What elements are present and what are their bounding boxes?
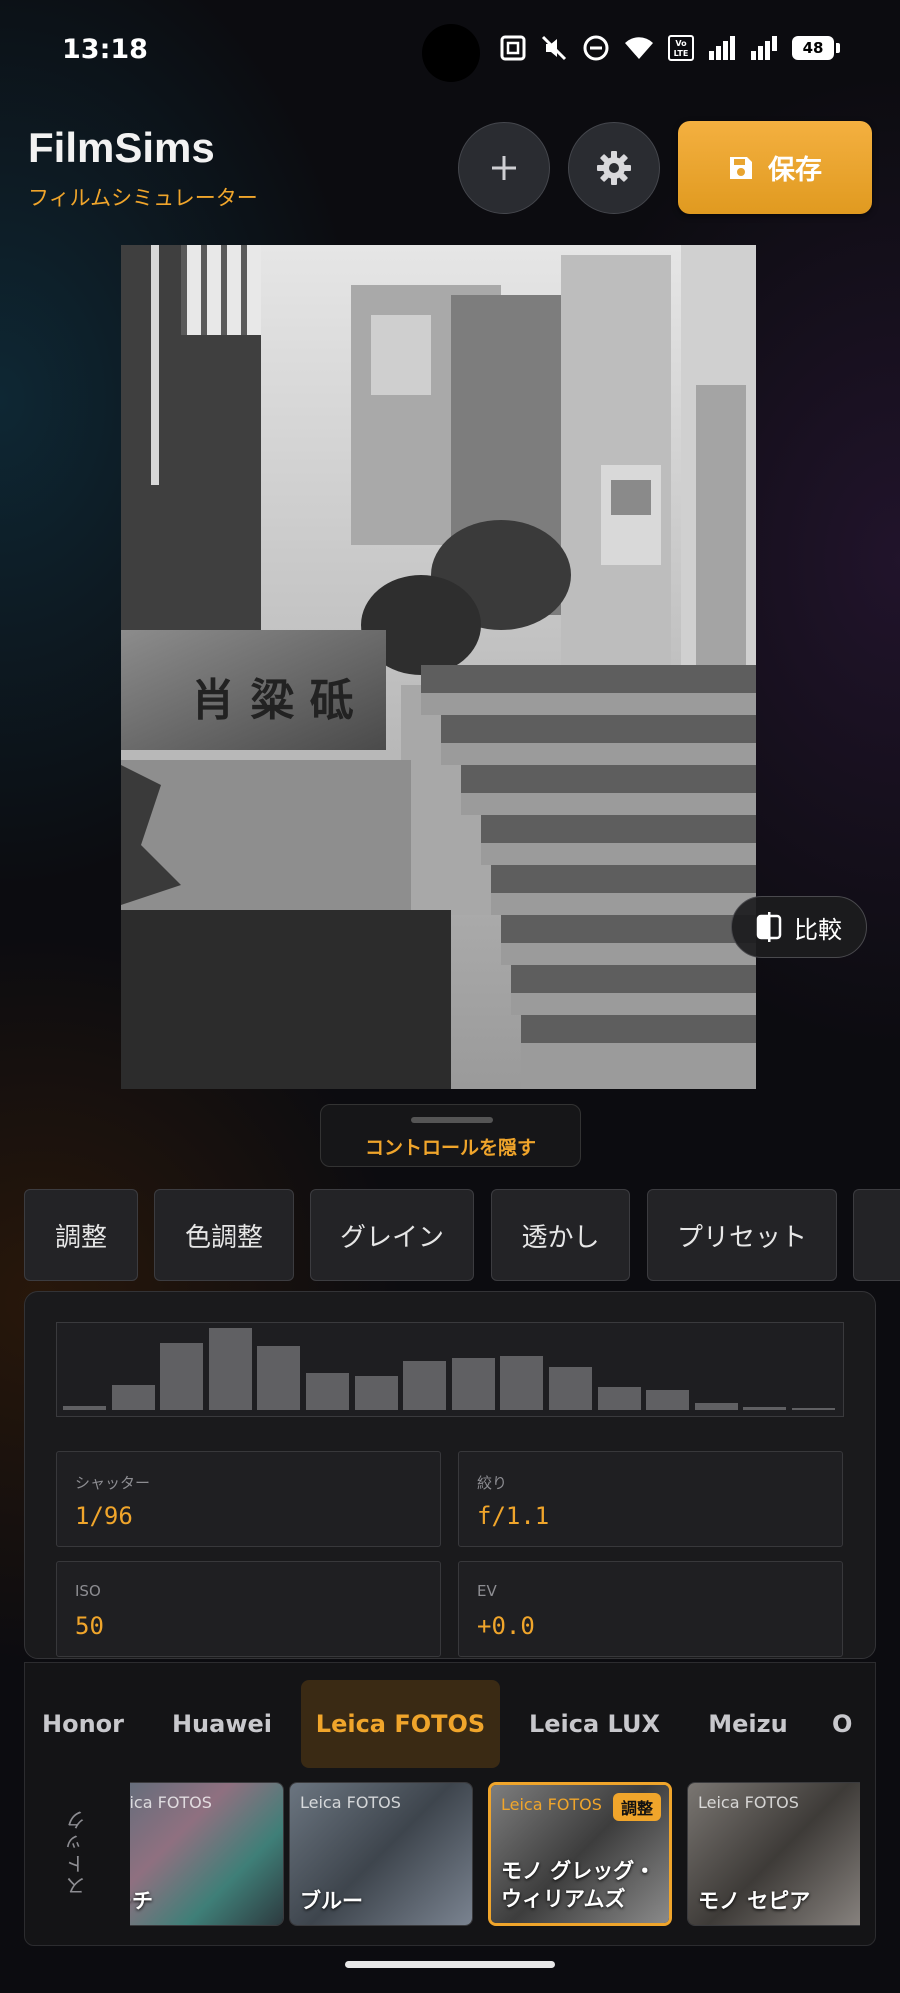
app-title: FilmSims (28, 124, 215, 171)
aperture-value: f/1.1 (477, 1502, 550, 1530)
compare-button[interactable]: 比較 (731, 896, 867, 958)
brand-tab-o[interactable]: O (832, 1680, 872, 1768)
histogram-bar (597, 1387, 641, 1410)
iso-value: 50 (75, 1612, 104, 1640)
histogram-bar (694, 1403, 738, 1410)
settings-button[interactable] (568, 122, 660, 214)
shutter-value: 1/96 (75, 1502, 133, 1530)
preset-thumb[interactable]: Leica FOTOS ブルー (289, 1782, 473, 1926)
home-indicator[interactable] (345, 1961, 555, 1968)
tab-grain[interactable]: グレイン (310, 1189, 474, 1281)
shutter-label: シャッター (75, 1474, 151, 1492)
tab-presets[interactable]: プリセット (647, 1189, 837, 1281)
preset-name: モノ グレッグ・ ウィリアムズ (501, 1858, 655, 1913)
histogram-bar (63, 1406, 106, 1410)
histogram-bar (792, 1408, 835, 1410)
histogram-bar (451, 1358, 495, 1410)
app-subtitle: フィルムシミュレーター (28, 186, 258, 210)
dnd-icon (583, 35, 609, 61)
iso-box: ISO 50 (56, 1561, 441, 1657)
camera-cutout (422, 24, 480, 82)
histogram-bar (743, 1407, 787, 1410)
preset-brand: Leica FOTOS (698, 1793, 799, 1812)
preset-thumb-selected[interactable]: Leica FOTOS 調整 モノ グレッグ・ ウィリアムズ (488, 1782, 672, 1926)
ev-value: +0.0 (477, 1612, 535, 1640)
preset-brand: Leica FOTOS (501, 1795, 602, 1814)
tab-watermark[interactable]: 透かし (491, 1189, 630, 1281)
save-label: 保存 (768, 155, 822, 186)
wifi-icon (625, 37, 653, 59)
plus-icon (492, 156, 516, 180)
preset-name: ーチ (130, 1888, 153, 1913)
histogram-bar (403, 1361, 447, 1410)
hide-controls-button[interactable]: コントロールを隠す (320, 1104, 581, 1167)
compare-split-icon (756, 912, 782, 942)
tab-more[interactable] (853, 1189, 900, 1281)
histogram-bar (160, 1343, 204, 1410)
histogram-bar (354, 1376, 398, 1410)
ev-box: EV +0.0 (458, 1561, 843, 1657)
battery-icon: 48 (792, 36, 840, 60)
drag-handle[interactable] (411, 1117, 493, 1123)
preset-brand: Leica FOTOS (300, 1793, 401, 1812)
preset-thumb[interactable]: Leica FOTOS ーチ (130, 1782, 284, 1926)
shutter-box: シャッター 1/96 (56, 1451, 441, 1547)
preset-name: ブルー (300, 1888, 363, 1913)
iso-label: ISO (75, 1582, 101, 1600)
category-label: ストック (65, 1808, 89, 1896)
save-button[interactable]: 保存 (678, 121, 872, 214)
histogram-bar (208, 1328, 252, 1410)
tab-adjust[interactable]: 調整 (24, 1189, 138, 1281)
adjusted-badge: 調整 (612, 1793, 661, 1821)
tab-color-adjust[interactable]: 色調整 (154, 1189, 294, 1281)
add-image-button[interactable] (458, 122, 550, 214)
brand-tab-huawei[interactable]: Huawei (168, 1680, 276, 1768)
signal-icon (709, 36, 735, 60)
status-time: 13:18 (62, 34, 148, 65)
preset-name-line2: ウィリアムズ (501, 1886, 626, 1911)
gear-icon (597, 151, 631, 185)
histogram-bar (549, 1367, 592, 1410)
preset-name-line1: モノ グレッグ・ (501, 1859, 656, 1884)
signal-roaming-icon (751, 36, 777, 60)
compare-label: 比較 (794, 915, 842, 944)
ev-label: EV (477, 1582, 497, 1600)
histogram-bar (111, 1385, 155, 1410)
photo-preview[interactable]: 肖 粱 砥 (121, 245, 756, 1089)
aperture-label: 絞り (477, 1474, 508, 1492)
preset-brand: Leica FOTOS (130, 1793, 212, 1812)
brand-tab-meizu[interactable]: Meizu (698, 1680, 798, 1768)
histogram-bar (646, 1390, 690, 1410)
preset-strip[interactable]: Leica FOTOS ーチ Leica FOTOS ブルー Leica FOT… (130, 1782, 860, 1928)
preset-name: モノ セピア (698, 1888, 811, 1913)
svg-text:肖 粱 砥: 肖 粱 砥 (191, 675, 354, 726)
brand-tab-leica-fotos[interactable]: Leica FOTOS (301, 1680, 500, 1768)
status-icons: Vo LTE 48 (500, 34, 840, 62)
aperture-box: 絞り f/1.1 (458, 1451, 843, 1547)
histogram (56, 1322, 844, 1417)
volte-icon: Vo LTE (668, 35, 694, 61)
brand-tab-leica-lux[interactable]: Leica LUX (522, 1680, 667, 1768)
nfc-icon (500, 35, 526, 61)
histogram-bar (257, 1346, 301, 1410)
preset-thumb[interactable]: Leica FOTOS モノ セピア (687, 1782, 860, 1926)
preview-image: 肖 粱 砥 (121, 245, 756, 1089)
floppy-disk-icon (730, 156, 752, 179)
hide-controls-label: コントロールを隠す (364, 1137, 536, 1159)
brand-tab-honor[interactable]: Honor (32, 1680, 134, 1768)
histogram-bar (500, 1356, 544, 1410)
mute-icon (541, 35, 567, 61)
histogram-bar (306, 1373, 349, 1410)
